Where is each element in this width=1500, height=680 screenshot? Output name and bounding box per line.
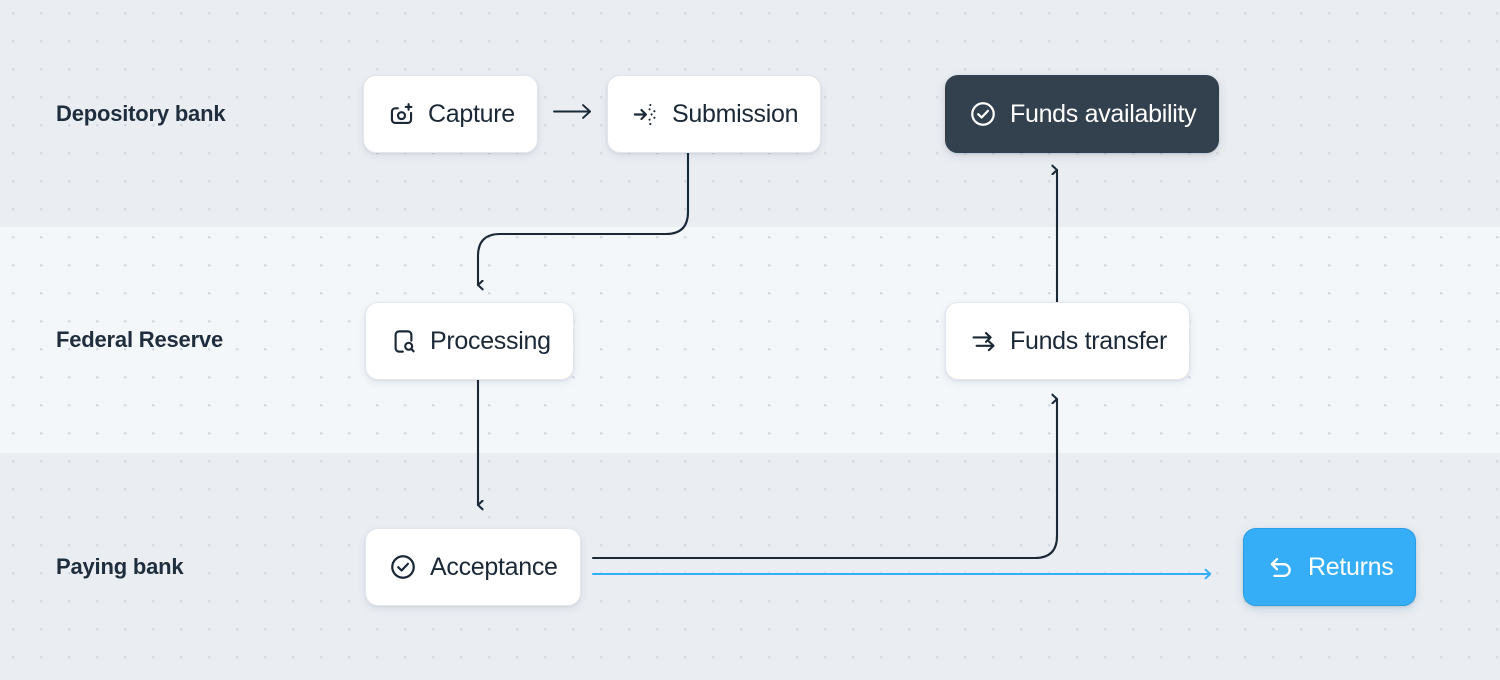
- submit-burst-icon: [630, 99, 660, 129]
- node-processing-label: Processing: [430, 326, 551, 355]
- node-capture[interactable]: Capture: [363, 75, 538, 153]
- node-funds-availability-label: Funds availability: [1010, 99, 1197, 128]
- check-circle-icon: [968, 99, 998, 129]
- node-capture-label: Capture: [428, 99, 515, 128]
- node-funds-transfer[interactable]: Funds transfer: [945, 302, 1190, 380]
- node-acceptance[interactable]: Acceptance: [365, 528, 581, 606]
- lane-label-paying-bank: Paying bank: [56, 554, 184, 579]
- node-returns[interactable]: Returns: [1243, 528, 1417, 606]
- document-search-icon: [388, 326, 418, 356]
- node-submission[interactable]: Submission: [607, 75, 822, 153]
- node-funds-transfer-label: Funds transfer: [1010, 326, 1167, 355]
- lane-label-depository-bank: Depository bank: [56, 101, 226, 126]
- transfer-arrows-icon: [968, 326, 998, 356]
- node-returns-label: Returns: [1308, 552, 1394, 581]
- return-arrow-icon: [1266, 552, 1296, 582]
- check-circle-icon: [388, 552, 418, 582]
- node-funds-availability[interactable]: Funds availability: [945, 75, 1220, 153]
- lane-label-federal-reserve: Federal Reserve: [56, 327, 223, 352]
- node-processing[interactable]: Processing: [365, 302, 574, 380]
- lane-band-federal-reserve: [0, 227, 1500, 453]
- flow-diagram: Depository bank Federal Reserve Paying b…: [0, 0, 1500, 680]
- camera-plus-icon: [386, 99, 416, 129]
- node-acceptance-label: Acceptance: [430, 552, 558, 581]
- node-submission-label: Submission: [672, 99, 799, 128]
